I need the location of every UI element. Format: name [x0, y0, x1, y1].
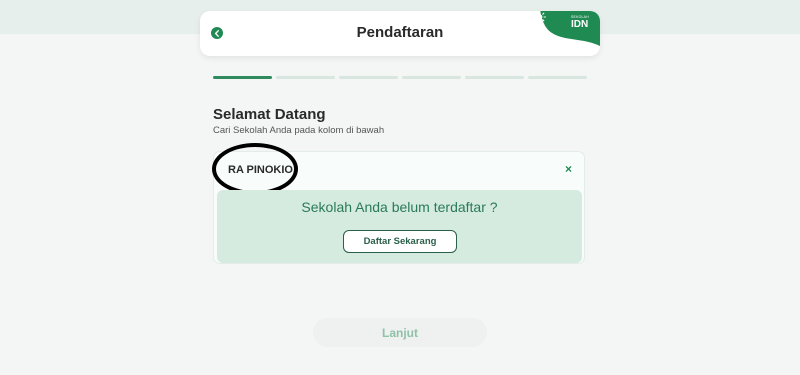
- header-bar: Pendaftaran SEKOLAH IDN: [200, 11, 600, 56]
- brand-text: IDN: [571, 19, 589, 30]
- annotation-ellipse: [212, 143, 298, 195]
- school-search-card: RA PINOKIO × Sekolah Anda belum terdafta…: [212, 143, 585, 264]
- register-now-button[interactable]: Daftar Sekarang: [343, 230, 457, 253]
- close-icon[interactable]: ×: [565, 162, 572, 176]
- progress-step-3: [339, 76, 398, 79]
- progress-step-1: [213, 76, 272, 79]
- progress-step-5: [465, 76, 524, 79]
- sun-icon: [534, 11, 546, 23]
- welcome-title: Selamat Datang: [213, 106, 326, 123]
- welcome-subtitle: Cari Sekolah Anda pada kolom di bawah: [213, 125, 385, 136]
- brand-logo: SEKOLAH IDN: [534, 11, 600, 56]
- next-button[interactable]: Lanjut: [313, 318, 487, 347]
- progress-step-6: [528, 76, 587, 79]
- not-registered-notice: Sekolah Anda belum terdaftar ? Daftar Se…: [217, 190, 582, 263]
- progress-step-4: [402, 76, 461, 79]
- progress-steps: [213, 76, 587, 79]
- notice-message: Sekolah Anda belum terdaftar ?: [301, 199, 498, 215]
- progress-step-2: [276, 76, 335, 79]
